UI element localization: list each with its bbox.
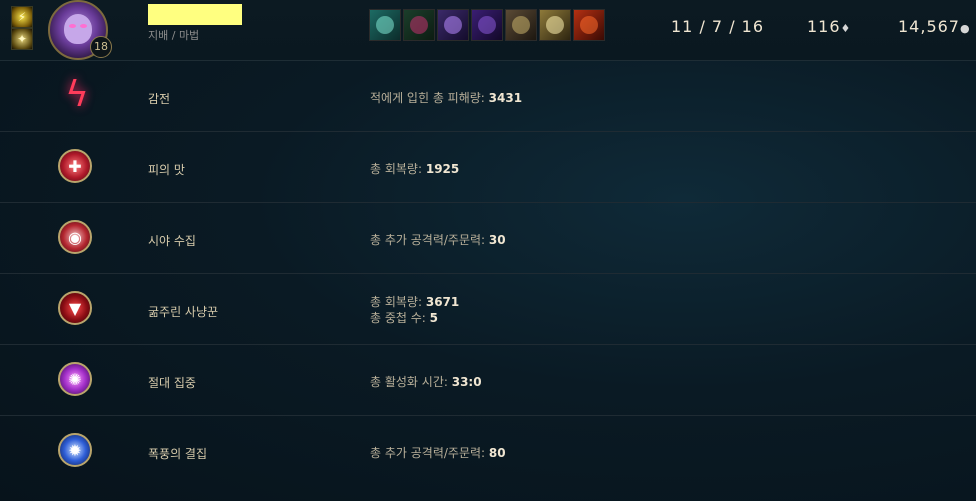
- stat-line: 총 중첩 수: 5: [370, 310, 459, 326]
- stat-value: 3671: [425, 295, 460, 309]
- item-5-icon[interactable]: [505, 9, 537, 41]
- eyeball-collection-icon[interactable]: ◉: [58, 220, 92, 254]
- rune-stat-text: 적에게 입힌 총 피해량: 3431: [370, 90, 522, 106]
- stat-label: 총 추가 공격력/주문력:: [370, 233, 489, 247]
- champion-face: [64, 14, 92, 44]
- rune-row-eyeball-collection: ◉ 시야 수집 총 추가 공격력/주문력: 30: [0, 203, 976, 274]
- electrocute-icon[interactable]: ϟ: [56, 69, 98, 119]
- rune-path-subtitle: 지배 / 마법: [148, 29, 200, 42]
- rune-row-electrocute: ϟ 감전 적에게 입힌 총 피해량: 3431: [0, 61, 976, 132]
- gold-value: 14,567: [898, 17, 960, 36]
- stat-value: 5: [429, 311, 439, 325]
- player-header: ⚡ ✦ 18 지배 / 마법 11 / 7 / 16 116♦ 14,567●: [0, 0, 976, 61]
- rune-name: 피의 맛: [148, 163, 185, 177]
- rune-row-ravenous-hunter: ▼ 굶주린 사냥꾼 총 회복량: 3671 총 중첩 수: 5: [0, 274, 976, 345]
- item-4-icon[interactable]: [471, 9, 503, 41]
- taste-of-blood-icon[interactable]: ✚: [58, 149, 92, 183]
- flame-glyph: ✦: [16, 32, 28, 46]
- item-build: [369, 9, 605, 41]
- rune-stat-text: 총 활성화 시간: 33:0: [370, 374, 482, 390]
- stat-line: 총 회복량: 3671: [370, 294, 459, 310]
- champion-level-badge: 18: [90, 36, 112, 58]
- stat-label: 총 회복량:: [370, 295, 426, 309]
- stat-label: 적에게 입힌 총 피해량:: [370, 91, 489, 105]
- rune-name: 감전: [148, 92, 171, 106]
- gathering-storm-icon[interactable]: ✹: [58, 433, 92, 467]
- stat-value: 80: [488, 446, 506, 460]
- summoner-spell-flash-icon[interactable]: ⚡: [11, 6, 33, 28]
- rune-row-absolute-focus: ✺ 절대 집중 총 활성화 시간: 33:0: [0, 345, 976, 416]
- stat-value: 3431: [488, 91, 523, 105]
- ravenous-hunter-icon[interactable]: ▼: [58, 291, 92, 325]
- gold-coins-icon: ●: [959, 22, 971, 35]
- rune-stats-list: ϟ 감전 적에게 입힌 총 피해량: 3431 ✚ 피의 맛 총 회복량: 19…: [0, 61, 976, 486]
- redacted-player-name: [148, 4, 242, 25]
- stat-label: 총 활성화 시간:: [370, 375, 452, 389]
- stat-label: 총 중첩 수:: [370, 311, 430, 325]
- rune-name: 굶주린 사냥꾼: [148, 305, 219, 319]
- stat-value: 30: [488, 233, 506, 247]
- rune-stat-text: 총 추가 공격력/주문력: 30: [370, 232, 506, 248]
- minion-icon: ♦: [840, 22, 852, 35]
- stat-label: 총 추가 공격력/주문력:: [370, 446, 489, 460]
- item-2-icon[interactable]: [403, 9, 435, 41]
- rune-row-gathering-storm: ✹ 폭풍의 결집 총 추가 공격력/주문력: 80: [0, 416, 976, 486]
- cs-value: 116: [807, 17, 841, 36]
- absolute-focus-icon[interactable]: ✺: [58, 362, 92, 396]
- trinket-icon[interactable]: [573, 9, 605, 41]
- cs-stat: 116♦: [807, 17, 851, 36]
- kda-stat: 11 / 7 / 16: [671, 17, 765, 36]
- eye-left: [69, 24, 76, 28]
- rune-stat-text: 총 회복량: 1925: [370, 161, 459, 177]
- rune-name: 절대 집중: [148, 376, 196, 390]
- rune-name: 시야 수집: [148, 234, 196, 248]
- item-6-icon[interactable]: [539, 9, 571, 41]
- eye-right: [80, 24, 87, 28]
- summoner-spell-ignite-icon[interactable]: ✦: [11, 28, 33, 50]
- stat-value: 1925: [425, 162, 460, 176]
- item-1-icon[interactable]: [369, 9, 401, 41]
- stat-value: 33:0: [451, 375, 482, 389]
- item-3-icon[interactable]: [437, 9, 469, 41]
- rune-stat-text: 총 추가 공격력/주문력: 80: [370, 445, 506, 461]
- rune-stat-text: 총 회복량: 3671 총 중첩 수: 5: [370, 294, 459, 326]
- stat-label: 총 회복량:: [370, 162, 426, 176]
- rune-name: 폭풍의 결집: [148, 447, 208, 461]
- rune-row-taste-of-blood: ✚ 피의 맛 총 회복량: 1925: [0, 132, 976, 203]
- lightning-glyph: ⚡: [17, 10, 27, 24]
- gold-stat: 14,567●: [898, 17, 971, 36]
